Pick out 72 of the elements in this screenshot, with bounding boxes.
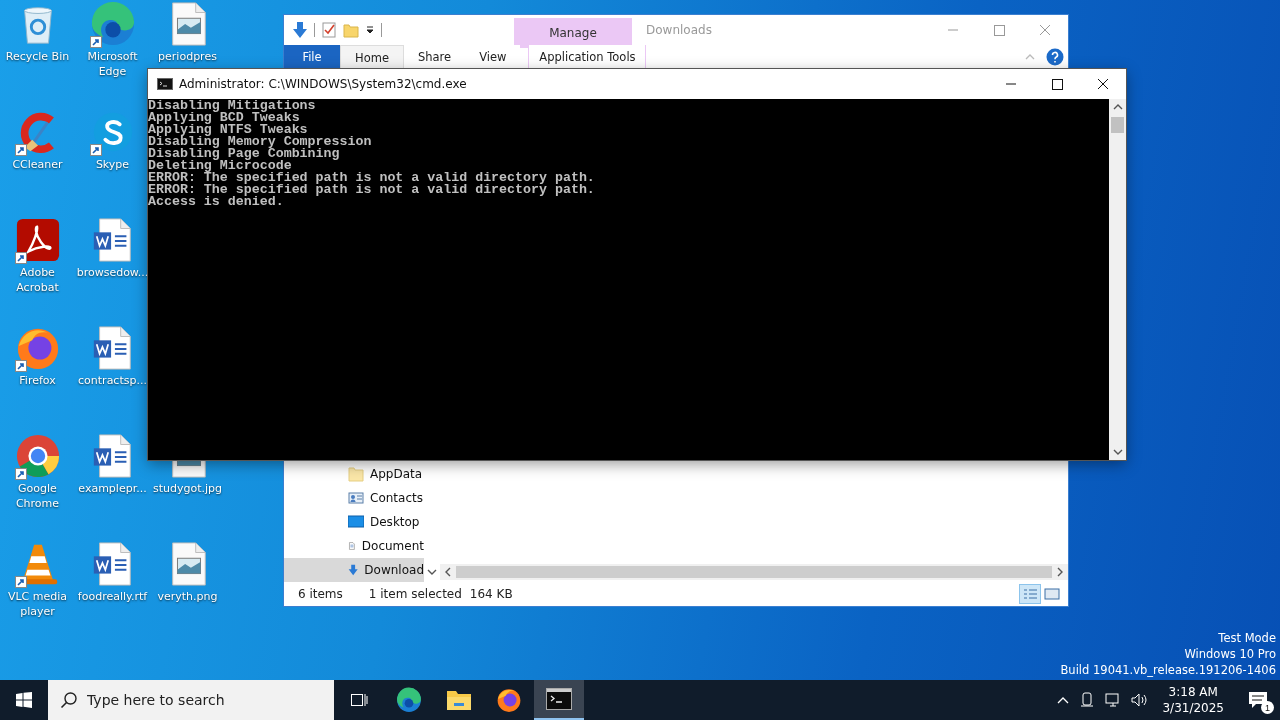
selection-size: 164 KB	[469, 587, 513, 601]
console-line: ERROR: The specified path is not a valid directory path.	[148, 184, 595, 196]
console-line: Disabling Page Combining	[148, 148, 340, 160]
desktop-icon-label[interactable]: browsedow...	[76, 265, 149, 280]
selection-status: 1 item selected	[368, 587, 462, 601]
navigation-item[interactable]: AppData	[284, 462, 424, 486]
properties-icon[interactable]	[321, 22, 337, 38]
console-line: Disabling Mitigations	[148, 100, 316, 112]
wave-logo-icon	[396, 687, 422, 713]
desktop-icon-label[interactable]: foodreally.rtf	[76, 589, 149, 604]
clock[interactable]: 3:18 AM 3/31/2025	[1158, 684, 1228, 716]
windows-logo-icon	[16, 692, 32, 708]
desktop-icon-label[interactable]: veryth.png	[151, 589, 224, 604]
message-icon	[1248, 691, 1268, 709]
desktop-icon-label[interactable]: Google Chrome	[1, 481, 74, 511]
clock-date: 3/31/2025	[1162, 700, 1224, 716]
desktop-icon-label[interactable]: periodpres	[151, 49, 224, 64]
navigation-item[interactable]: Document	[284, 534, 424, 558]
notification-badge: 1	[1261, 701, 1274, 714]
system-watermark-text: Test Mode	[1218, 630, 1276, 646]
ribbon-tab[interactable]: Home	[340, 45, 404, 69]
desktop-icon-label[interactable]: VLC media player	[1, 589, 74, 619]
help-icon[interactable]	[1046, 48, 1064, 66]
desktop-icon-label[interactable]: Recycle Bin	[1, 49, 74, 64]
item-count: 6 items	[298, 587, 343, 601]
desktop-icon-label[interactable]: contractsp...	[76, 373, 149, 388]
window-title: Downloads	[646, 23, 713, 37]
desktop-icon-label[interactable]: CCleaner	[1, 157, 74, 172]
horizontal-scrollbar[interactable]	[440, 564, 1068, 580]
download-arrow-icon[interactable]	[292, 21, 308, 39]
console-line: ERROR: The specified path is not a valid directory path.	[148, 172, 595, 184]
console-icon	[157, 78, 173, 90]
navigation-item[interactable]: Desktop	[284, 510, 424, 534]
navigation-item[interactable]: Contacts	[284, 486, 424, 510]
fox-globe-icon	[496, 687, 522, 713]
clock-time: 3:18 AM	[1168, 684, 1218, 700]
contextual-tab-header: Manage	[514, 18, 632, 48]
scrollbar-thumb[interactable]	[1111, 117, 1124, 133]
console-line: Applying NTFS Tweaks	[148, 124, 308, 136]
folder-icon	[348, 466, 364, 482]
chevron-up-icon[interactable]	[1056, 695, 1071, 705]
search-icon	[60, 691, 78, 709]
desktop-icon-label[interactable]: Adobe Acrobat	[1, 265, 74, 295]
desktop-icon-label[interactable]: Microsoft Edge	[76, 49, 149, 79]
ring-logo-icon	[14, 433, 61, 479]
task-view-icon	[349, 691, 369, 709]
console-line: Access is denied.	[148, 196, 284, 208]
pdf-app-icon	[14, 217, 61, 263]
folder-icon	[446, 688, 472, 712]
console-line: Applying BCD Tweaks	[148, 112, 300, 124]
navigation-item[interactable]: Download	[284, 558, 424, 582]
window-title: Administrator: C:\WINDOWS\System32\cmd.exe	[179, 77, 468, 91]
desktop-icon-label[interactable]: Skype	[76, 157, 149, 172]
console-icon	[546, 688, 572, 710]
ribbon-tab[interactable]: Application Tools	[528, 45, 647, 69]
scrollbar-thumb[interactable]	[456, 566, 1052, 578]
system-watermark-text: Build 19041.vb_release.191206-1406	[1060, 662, 1276, 678]
system-watermark-text: Windows 10 Pro	[1184, 646, 1276, 662]
console-line: Disabling Memory Compression	[148, 136, 372, 148]
notifications-button[interactable]: 1	[1236, 680, 1280, 720]
wave-logo-icon	[89, 1, 136, 47]
console-line: Deleting Microcode	[148, 160, 292, 172]
contact-card-icon	[348, 490, 364, 506]
ribbon-tab[interactable]: File	[284, 45, 340, 69]
desktop-icon-label[interactable]: studygot.jpg	[151, 481, 224, 496]
caret-icon[interactable]	[365, 25, 375, 35]
desktop-icon-label[interactable]: examplepr...	[76, 481, 149, 496]
vertical-scrollbar[interactable]	[1109, 99, 1126, 460]
taskbar-app-button[interactable]	[534, 680, 584, 720]
desktop-icon-label[interactable]: Firefox	[1, 373, 74, 388]
search-field[interactable]: Type here to search	[48, 680, 334, 720]
monitor-icon	[348, 514, 364, 530]
